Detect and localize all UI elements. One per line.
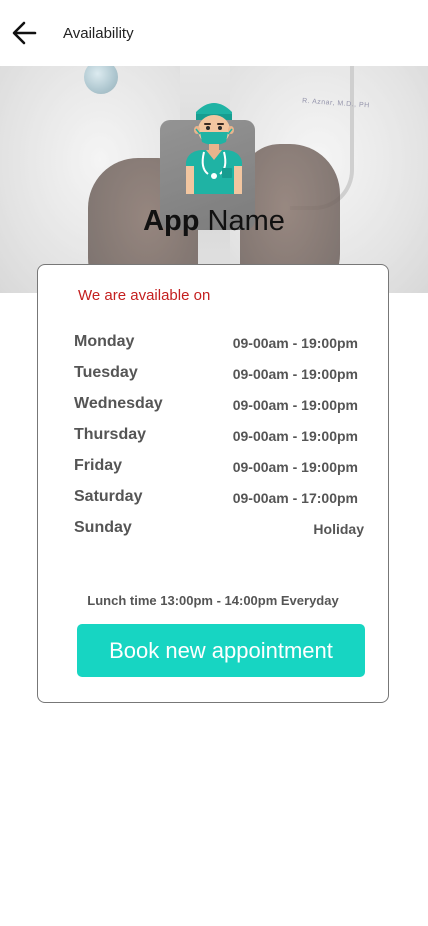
day-label: Tuesday [74, 364, 138, 381]
schedule-row-wednesday: Wednesday 09-00am - 19:00pm [74, 393, 364, 424]
day-label: Friday [74, 457, 123, 474]
day-label: Sunday [74, 519, 132, 536]
day-label: Saturday [74, 488, 143, 505]
app-name-regular: Name [199, 205, 285, 237]
page-title: Availability [63, 25, 134, 42]
hours-label: 09-00am - 19:00pm [232, 459, 358, 475]
lunch-time-note: Lunch time 13:00pm - 14:00pm Everyday [87, 593, 339, 608]
schedule-row-monday: Monday 09-00am - 19:00pm [74, 331, 364, 362]
hours-label: 09-00am - 19:00pm [232, 428, 358, 444]
doctor-icon [178, 103, 250, 200]
book-appointment-button[interactable]: Book new appointment [77, 624, 365, 677]
app-name-bold: App [143, 205, 200, 237]
availability-heading: We are available on [78, 287, 211, 304]
top-bar: Availability [0, 0, 428, 66]
hours-label: 09-00am - 17:00pm [232, 490, 358, 506]
hours-label: 09-00am - 19:00pm [232, 397, 358, 413]
schedule-row-sunday: Sunday Holiday [74, 517, 364, 548]
hours-label: 09-00am - 19:00pm [232, 335, 358, 351]
back-button[interactable] [10, 20, 40, 50]
hours-label: 09-00am - 19:00pm [232, 366, 358, 382]
app-name: App Name [0, 205, 428, 238]
schedule-row-tuesday: Tuesday 09-00am - 19:00pm [74, 362, 364, 393]
schedule-row-thursday: Thursday 09-00am - 19:00pm [74, 424, 364, 455]
arrow-left-icon [11, 19, 39, 52]
schedule-row-friday: Friday 09-00am - 19:00pm [74, 455, 364, 486]
holiday-label: Holiday [313, 521, 364, 537]
day-label: Monday [74, 333, 135, 350]
availability-card: We are available on Monday 09-00am - 19:… [37, 264, 389, 703]
schedule-list: Monday 09-00am - 19:00pm Tuesday 09-00am… [74, 331, 364, 548]
app-logo [178, 96, 250, 196]
day-label: Thursday [74, 426, 147, 443]
day-label: Wednesday [74, 395, 163, 412]
schedule-row-saturday: Saturday 09-00am - 17:00pm [74, 486, 364, 517]
